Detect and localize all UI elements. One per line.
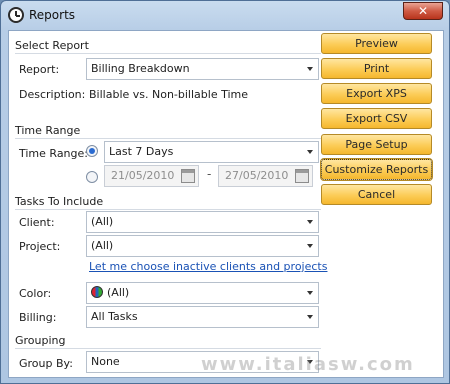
time-range-select[interactable]: Last 7 Days	[104, 141, 319, 163]
chevron-down-icon	[307, 220, 313, 224]
divider	[15, 138, 321, 139]
report-select-value: Billing Breakdown	[91, 62, 190, 75]
billing-select[interactable]: All Tasks	[86, 306, 319, 328]
time-range-heading: Time Range	[15, 124, 81, 137]
calendar-icon[interactable]	[295, 169, 309, 183]
project-select[interactable]: (All)	[86, 235, 319, 257]
window-title: Reports	[29, 8, 76, 22]
preview-button[interactable]: Preview	[321, 33, 432, 54]
time-range-label: Time Range:	[19, 147, 88, 160]
description-value: Billable vs. Non-billable Time	[89, 88, 249, 101]
watermark: www.italiasw.com	[201, 354, 415, 375]
inactive-clients-link[interactable]: Let me choose inactive clients and proje…	[89, 260, 327, 273]
clock-icon	[8, 7, 24, 23]
start-date-field[interactable]: 21/05/2010	[104, 165, 199, 187]
chevron-down-icon	[307, 315, 313, 319]
project-select-value: (All)	[91, 239, 114, 252]
print-button[interactable]: Print	[321, 58, 432, 79]
divider	[15, 53, 321, 54]
page-setup-button[interactable]: Page Setup	[321, 134, 432, 155]
billing-label: Billing:	[19, 311, 57, 324]
divider	[15, 348, 321, 349]
color-select[interactable]: (All)	[86, 282, 319, 304]
chevron-down-icon	[307, 244, 313, 248]
client-label: Client:	[19, 216, 55, 229]
color-select-value: (All)	[107, 286, 130, 299]
color-swatch-icon	[91, 286, 103, 298]
cancel-button[interactable]: Cancel	[321, 184, 432, 205]
group-by-select-value: None	[91, 355, 120, 368]
reports-window: Reports ✕ Select Report Report: Billing …	[0, 0, 450, 384]
client-select[interactable]: (All)	[86, 211, 319, 233]
billing-select-value: All Tasks	[91, 310, 138, 323]
close-button[interactable]: ✕	[403, 2, 443, 20]
report-select[interactable]: Billing Breakdown	[86, 58, 319, 80]
description-label: Description:	[19, 88, 86, 101]
group-by-label: Group By:	[19, 357, 73, 370]
calendar-icon[interactable]	[181, 169, 195, 183]
customize-reports-button[interactable]: Customize Reports	[320, 158, 433, 181]
title-bar: Reports ✕	[1, 1, 449, 29]
time-range-select-value: Last 7 Days	[109, 145, 174, 158]
export-xps-button[interactable]: Export XPS	[321, 83, 432, 104]
select-report-heading: Select Report	[15, 39, 89, 52]
client-select-value: (All)	[91, 215, 114, 228]
divider	[15, 209, 321, 210]
start-date-value: 21/05/2010	[111, 169, 175, 182]
export-csv-button[interactable]: Export CSV	[321, 108, 432, 129]
end-date-field[interactable]: 27/05/2010	[218, 165, 313, 187]
tasks-heading: Tasks To Include	[15, 195, 104, 208]
date-separator: -	[207, 167, 212, 181]
custom-range-radio[interactable]	[86, 171, 98, 183]
end-date-value: 27/05/2010	[225, 169, 289, 182]
chevron-down-icon	[307, 67, 313, 71]
project-label: Project:	[19, 240, 61, 253]
chevron-down-icon	[307, 150, 313, 154]
chevron-down-icon	[307, 291, 313, 295]
color-label: Color:	[19, 287, 52, 300]
preset-range-radio[interactable]	[86, 145, 98, 157]
grouping-heading: Grouping	[15, 334, 66, 347]
report-label: Report:	[19, 63, 60, 76]
